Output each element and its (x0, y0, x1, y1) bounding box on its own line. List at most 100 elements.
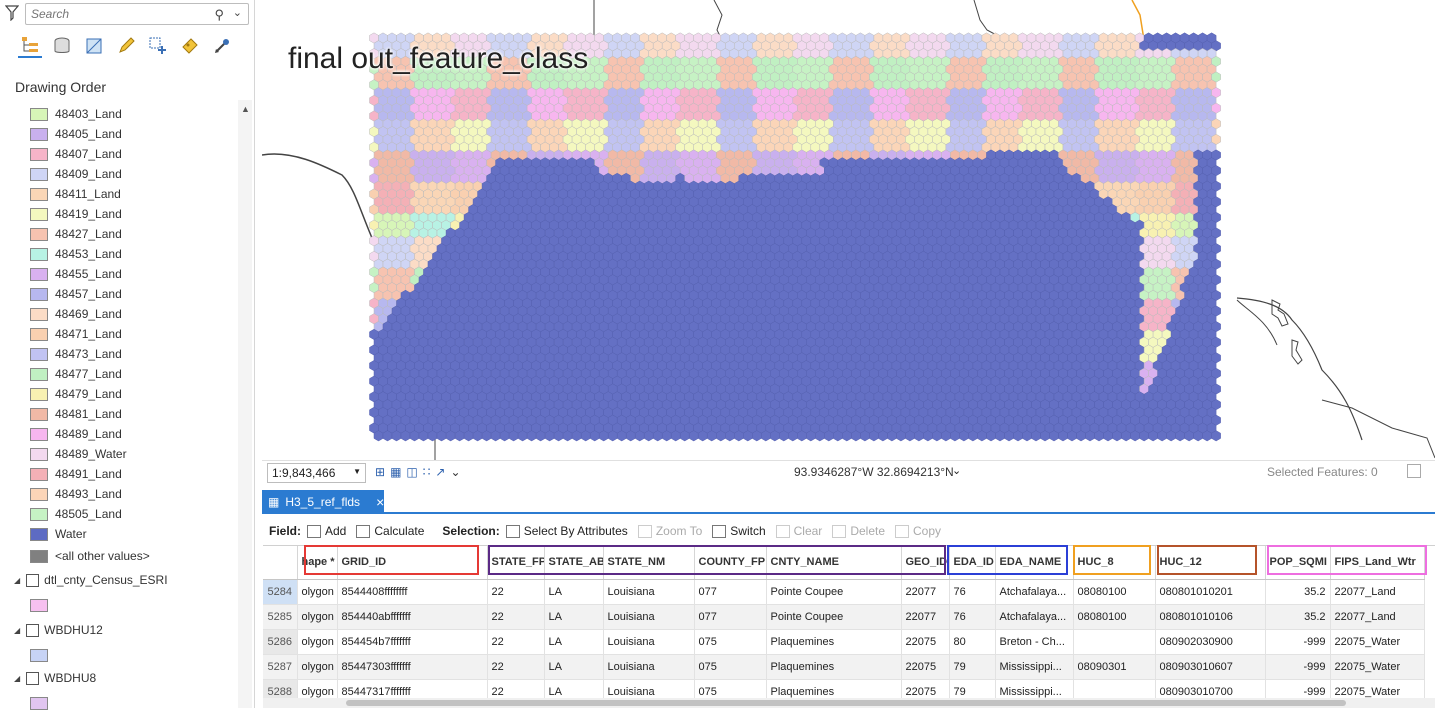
water-hexagon (1158, 431, 1167, 441)
legend-label: 48405_Land (55, 127, 122, 141)
legend-swatch[interactable] (30, 508, 48, 521)
layer-visibility-checkbox[interactable] (26, 624, 39, 637)
water-hexagon (987, 431, 996, 441)
legend-label: 48403_Land (55, 107, 122, 121)
water-hexagon (896, 431, 905, 441)
legend-swatch[interactable] (30, 188, 48, 201)
search-box[interactable]: ⚲ ⌄ (25, 3, 249, 25)
legend-item[interactable]: 48455_Land (30, 264, 127, 284)
legend-item[interactable]: 48457_Land (30, 284, 127, 304)
legend-item[interactable]: 48409_Land (30, 164, 127, 184)
legend-item[interactable]: 48411_Land (30, 184, 127, 204)
collapse-triangle-icon[interactable]: ◢ (14, 576, 20, 585)
legend-item[interactable]: 48493_Land (30, 484, 127, 504)
scroll-up-icon[interactable]: ▲ (241, 104, 250, 114)
legend-item[interactable]: 48479_Land (30, 384, 127, 404)
water-hexagon (806, 431, 815, 441)
layer-visibility-checkbox[interactable] (26, 574, 39, 587)
map-view[interactable]: final out_feature_class (262, 0, 1435, 460)
water-hexagon (428, 431, 437, 441)
water-hexagon (662, 431, 671, 441)
legend-swatch[interactable] (30, 108, 48, 121)
legend-item[interactable]: 48489_Water (30, 444, 127, 464)
water-hexagon (653, 431, 662, 441)
legend-swatch[interactable] (30, 148, 48, 161)
legend-swatch[interactable] (30, 328, 48, 341)
collapse-triangle-icon[interactable]: ◢ (14, 674, 20, 683)
legend-item[interactable]: 48427_Land (30, 224, 127, 244)
collapse-triangle-icon[interactable]: ◢ (14, 626, 20, 635)
legend-swatch[interactable] (30, 168, 48, 181)
source-icon[interactable] (82, 34, 106, 58)
legend-item[interactable]: 48407_Land (30, 144, 127, 164)
legend-label: 48491_Land (55, 467, 122, 481)
legend-item[interactable]: Water (30, 524, 127, 544)
search-input[interactable] (26, 4, 206, 24)
water-hexagon (779, 431, 788, 441)
legend-swatch[interactable] (30, 228, 48, 241)
layer-row[interactable]: ◢ dtl_cnty_Census_ESRI (14, 573, 168, 587)
symbology-legend: 48403_Land 48405_Land 48407_Land48409_Land… (30, 104, 127, 544)
legend-label: <all other values> (55, 549, 150, 563)
water-hexagon (581, 431, 590, 441)
legend-item[interactable]: 48477_Land (30, 364, 127, 384)
legend-item[interactable]: 48489_Land (30, 424, 127, 444)
legend-item[interactable]: 48481_Land (30, 404, 127, 424)
legend-swatch[interactable] (30, 428, 48, 441)
legend-item[interactable]: 48491_Land (30, 464, 127, 484)
layer-name[interactable]: dtl_cnty_Census_ESRI (44, 573, 167, 587)
legend-swatch[interactable] (30, 348, 48, 361)
layer-visibility-checkbox[interactable] (26, 672, 39, 685)
layer-swatch[interactable] (30, 649, 48, 662)
h3-hexagon-layer (370, 33, 1221, 441)
labeling-icon[interactable] (178, 34, 202, 58)
layer-swatch[interactable] (30, 697, 48, 710)
water-hexagon (392, 431, 401, 441)
legend-item[interactable]: 48403_Land (30, 104, 127, 124)
legend-swatch[interactable] (30, 308, 48, 321)
water-hexagon (509, 431, 518, 441)
search-icon[interactable]: ⚲ (214, 7, 224, 23)
legend-item[interactable]: 48453_Land (30, 244, 127, 264)
layer-name[interactable]: WBDHU8 (44, 671, 96, 685)
legend-swatch[interactable] (30, 208, 48, 221)
database-icon[interactable] (50, 34, 74, 58)
water-hexagon (1032, 431, 1041, 441)
legend-item[interactable]: 48469_Land (30, 304, 127, 324)
legend-swatch[interactable] (30, 468, 48, 481)
legend-item[interactable]: 48405_Land (30, 124, 127, 144)
legend-label: 48457_Land (55, 287, 122, 301)
legend-item[interactable]: 48419_Land (30, 204, 127, 224)
layer-row[interactable]: ◢ WBDHU8 (14, 671, 96, 685)
legend-item[interactable]: 48471_Land (30, 324, 127, 344)
edit-icon[interactable] (114, 34, 138, 58)
legend-swatch[interactable] (30, 248, 48, 261)
legend-swatch[interactable] (30, 388, 48, 401)
snapping-icon[interactable] (210, 34, 234, 58)
legend-swatch[interactable] (30, 288, 48, 301)
water-hexagon (1041, 431, 1050, 441)
layer-swatch[interactable] (30, 599, 48, 612)
legend-item[interactable]: 48473_Land (30, 344, 127, 364)
layer-name[interactable]: WBDHU12 (44, 623, 103, 637)
legend-swatch[interactable] (30, 268, 48, 281)
filter-icon[interactable] (5, 5, 19, 21)
layer-row[interactable]: ◢ WBDHU12 (14, 623, 103, 637)
water-hexagon (671, 431, 680, 441)
legend-swatch[interactable] (30, 488, 48, 501)
legend-swatch[interactable] (30, 368, 48, 381)
legend-item[interactable]: 48505_Land (30, 504, 127, 524)
contents-pane: ⚲ ⌄ Drawing Order ▲ 48403_Land48405_Land… (0, 0, 255, 708)
legend-swatch[interactable] (30, 528, 48, 541)
list-by-drawing-order-icon[interactable] (18, 34, 42, 58)
chevron-down-icon[interactable]: ⌄ (233, 6, 242, 19)
legend-swatch[interactable] (30, 128, 48, 141)
contents-scrollbar[interactable] (238, 100, 252, 708)
legend-swatch[interactable] (30, 448, 48, 461)
water-hexagon (788, 431, 797, 441)
legend-label: 48505_Land (55, 507, 122, 521)
water-hexagon (725, 431, 734, 441)
water-hexagon (554, 431, 563, 441)
legend-swatch[interactable] (30, 408, 48, 421)
selection-icon[interactable] (146, 34, 170, 58)
